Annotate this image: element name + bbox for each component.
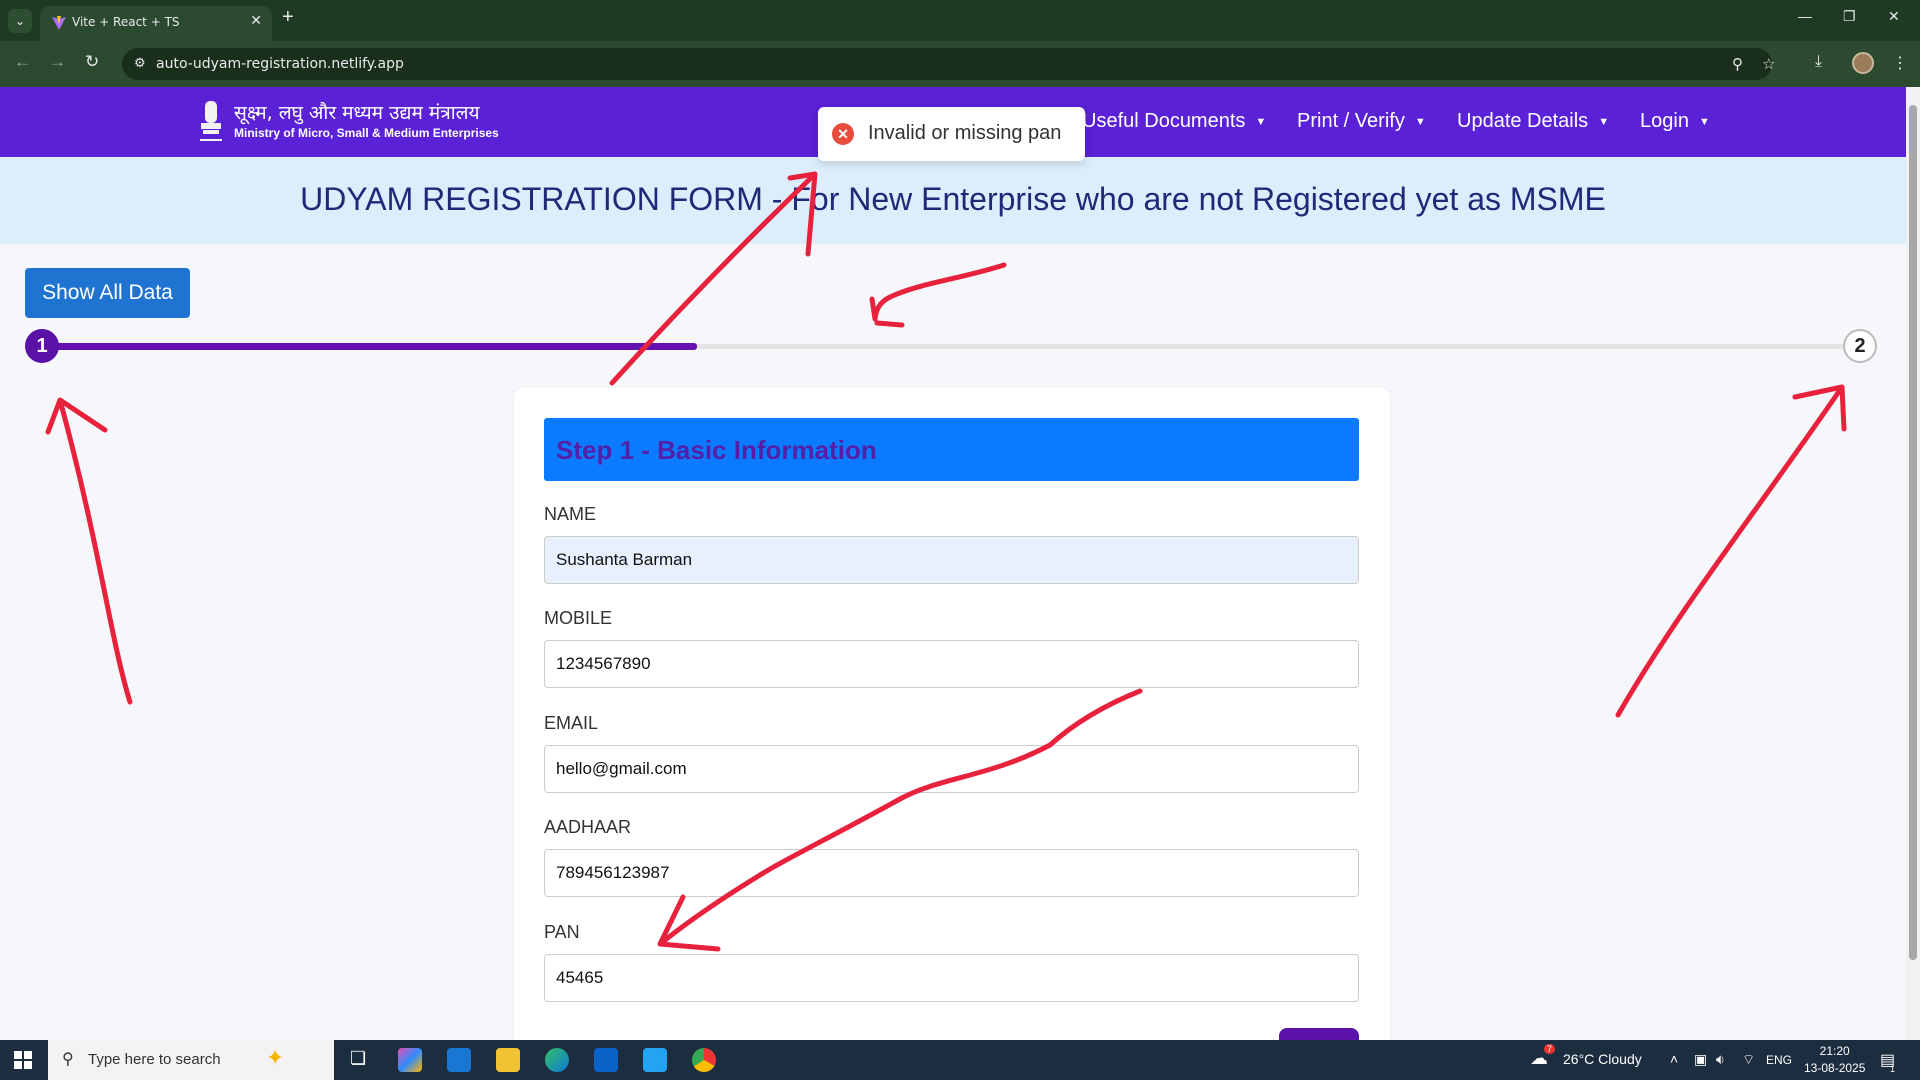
browser-toolbar: ← → ↻ ⚙ auto-udyam-registration.netlify.… [0, 41, 1920, 87]
zoom-icon[interactable]: ⚲ [1732, 55, 1743, 73]
tray-chevron-icon[interactable]: ˄ [1670, 1051, 1678, 1067]
weather-text[interactable]: 26°C Cloudy [1563, 1051, 1642, 1067]
volume-icon[interactable]: 🔉︎ [1716, 1051, 1725, 1068]
task-view-icon[interactable]: ❏ [350, 1048, 366, 1069]
annotation-arrow-to-pan [657, 688, 1143, 952]
forward-icon[interactable]: → [49, 52, 66, 72]
copilot-sparkle-icon: ✦ [266, 1045, 285, 1070]
taskbar-search-box[interactable]: ⚲ Type here to search ✦ [48, 1040, 334, 1080]
browser-tab-bar: ⌄ Vite + React + TS ✕ + — ❐ ✕ [0, 0, 1920, 41]
profile-avatar[interactable] [1852, 52, 1874, 74]
reload-icon[interactable]: ↻ [85, 52, 99, 72]
annotation-arrow-to-progress [869, 262, 1007, 328]
bookmark-star-icon[interactable]: ☆ [1762, 55, 1775, 73]
meet-icon[interactable]: ▣ [1694, 1051, 1707, 1068]
chrome-app-icon[interactable] [692, 1048, 716, 1072]
outlook-app-icon[interactable] [594, 1048, 618, 1072]
windows-start-icon[interactable] [14, 1051, 32, 1069]
restore-icon[interactable]: ❐ [1843, 8, 1856, 25]
weather-badge: 7 [1544, 1044, 1556, 1054]
notification-count: 1 [1890, 1064, 1896, 1074]
chrome-menu-icon[interactable]: ⋮ [1892, 53, 1908, 73]
site-info-icon[interactable]: ⚙ [134, 55, 146, 71]
annotation-arrow-to-step2 [1615, 384, 1847, 718]
file-explorer-icon[interactable] [496, 1048, 520, 1072]
clock-date: 13-08-2025 [1804, 1061, 1866, 1075]
wifi-icon[interactable]: ⌔ [1742, 1051, 1755, 1069]
search-placeholder: Type here to search [88, 1051, 221, 1068]
browser-tab[interactable]: Vite + React + TS ✕ [40, 6, 272, 41]
edge-browser-icon[interactable] [545, 1048, 569, 1072]
download-icon[interactable]: ⤓ [1815, 53, 1822, 71]
scrollbar-thumb[interactable] [1909, 105, 1917, 960]
search-icon: ⚲ [62, 1051, 74, 1068]
page-viewport: सूक्ष्म, लघु और मध्यम उद्यम मंत्रालय Min… [0, 87, 1906, 1040]
clock-time: 21:20 [1819, 1044, 1850, 1058]
new-tab-icon[interactable]: + [282, 6, 294, 29]
annotation-arrow-to-toast [609, 171, 818, 386]
store-app-icon[interactable] [447, 1048, 471, 1072]
back-icon[interactable]: ← [14, 52, 31, 72]
url-text: auto-udyam-registration.netlify.app [156, 56, 404, 72]
tab-title: Vite + React + TS [72, 15, 180, 29]
windows-taskbar: ⚲ Type here to search ✦ ❏ ☁ 7 26°C Cloud… [0, 1040, 1920, 1080]
copilot-app-icon[interactable] [398, 1048, 422, 1072]
window-close-icon[interactable]: ✕ [1888, 8, 1900, 25]
language-indicator[interactable]: ENG [1766, 1053, 1792, 1067]
system-clock[interactable]: 21:20 13-08-2025 [1804, 1043, 1865, 1077]
page-scrollbar[interactable] [1906, 87, 1920, 1040]
tab-search-chevron-icon[interactable]: ⌄ [8, 9, 32, 33]
minimize-icon[interactable]: — [1798, 8, 1812, 24]
address-bar[interactable]: ⚙ auto-udyam-registration.netlify.app ⚲ … [122, 48, 1775, 80]
vite-favicon-icon [52, 16, 66, 30]
annotation-overlay [45, 171, 1847, 952]
annotation-arrow-to-step1 [45, 397, 133, 705]
vscode-app-icon[interactable] [643, 1048, 667, 1072]
tab-close-icon[interactable]: ✕ [250, 12, 262, 29]
